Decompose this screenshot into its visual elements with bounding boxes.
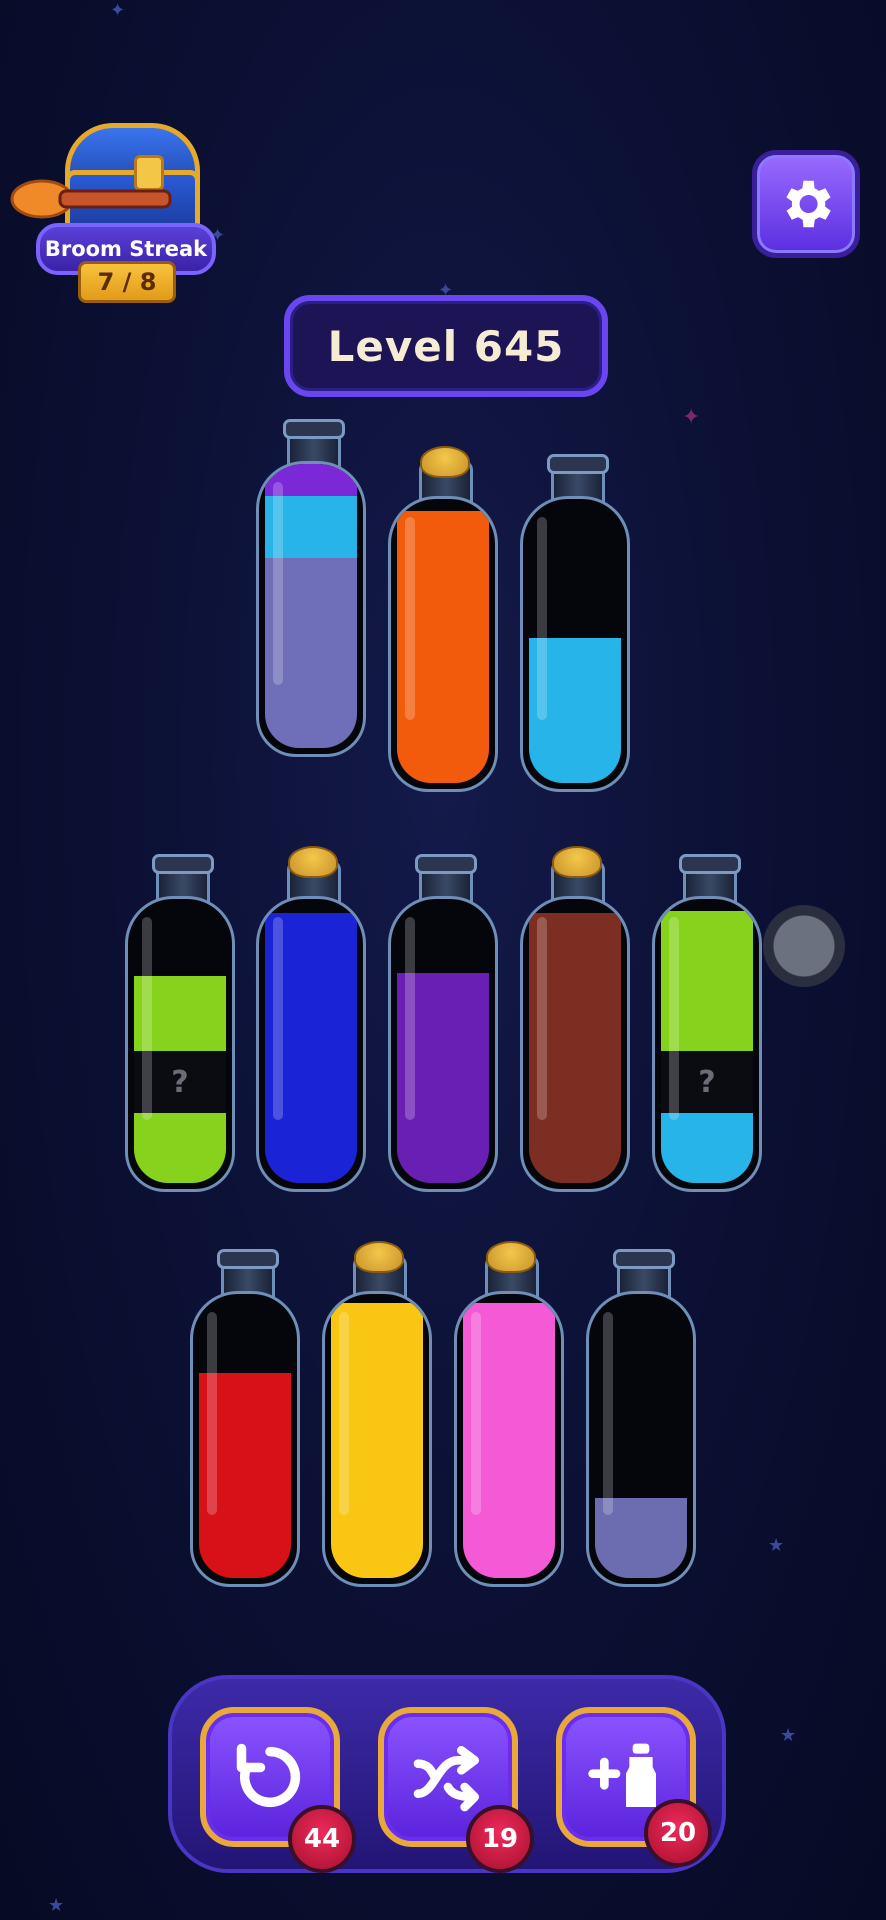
bottle[interactable] bbox=[256, 846, 366, 1192]
broom-streak-badge[interactable]: Broom Streak 7 / 8 bbox=[10, 115, 216, 305]
bottle[interactable] bbox=[256, 419, 366, 757]
add-bottle-button[interactable]: 20 bbox=[556, 1707, 712, 1867]
cork-icon bbox=[420, 446, 470, 478]
bottle-glass bbox=[586, 1291, 696, 1587]
liquid-layer-sky bbox=[529, 638, 621, 783]
bottle-glass bbox=[322, 1291, 432, 1587]
broom-icon bbox=[10, 179, 172, 219]
undo-button[interactable]: 44 bbox=[200, 1707, 356, 1873]
bottle[interactable] bbox=[454, 1241, 564, 1587]
bottle[interactable] bbox=[322, 1241, 432, 1587]
mystery-layer: ? bbox=[134, 1051, 226, 1113]
bottle-rim bbox=[547, 454, 609, 474]
bottle-glass bbox=[256, 896, 366, 1192]
liquid-layer-violet bbox=[397, 973, 489, 1183]
undo-icon bbox=[236, 1743, 301, 1808]
liquid-layer-red bbox=[199, 1373, 291, 1578]
cork-icon bbox=[552, 846, 602, 878]
cork-icon bbox=[354, 1241, 404, 1273]
liquid-layer-lavender bbox=[265, 558, 357, 748]
bottle-rim bbox=[679, 854, 741, 874]
shuffle-icon bbox=[413, 1746, 479, 1812]
streak-progress: 7 / 8 bbox=[78, 261, 176, 303]
shuffle-button[interactable]: 19 bbox=[378, 1707, 534, 1873]
settings-button[interactable] bbox=[752, 150, 860, 258]
liquid-layer-blue bbox=[265, 913, 357, 1183]
bottle[interactable]: ? bbox=[125, 854, 235, 1192]
liquid-layer-orange bbox=[397, 511, 489, 783]
bottle-rim bbox=[415, 854, 477, 874]
bottle[interactable] bbox=[388, 854, 498, 1192]
bottle[interactable] bbox=[520, 846, 630, 1192]
liquid-layer-yellow bbox=[331, 1303, 423, 1578]
bottle-glass bbox=[388, 496, 498, 792]
touch-indicator bbox=[763, 905, 845, 987]
bottle-glass bbox=[520, 896, 630, 1192]
cork-icon bbox=[288, 846, 338, 878]
level-label: Level 645 bbox=[327, 321, 565, 371]
star-decoration: ★ bbox=[780, 1725, 797, 1746]
undo-count-badge: 44 bbox=[288, 1805, 356, 1873]
bottle-glass bbox=[388, 896, 498, 1192]
bottle-glass bbox=[190, 1291, 300, 1587]
bottle[interactable] bbox=[190, 1249, 300, 1587]
bottle[interactable]: ? bbox=[652, 854, 762, 1192]
bottle-rim bbox=[217, 1249, 279, 1269]
star-decoration: ✦ bbox=[682, 405, 701, 430]
gear-icon bbox=[786, 180, 831, 228]
liquid-layer-sky bbox=[661, 1113, 753, 1183]
liquid-layer-brown bbox=[529, 913, 621, 1183]
bottle-rim bbox=[613, 1249, 675, 1269]
cork-icon bbox=[486, 1241, 536, 1273]
powerup-bar: 44 19 20 bbox=[168, 1675, 726, 1873]
add-bottle-icon bbox=[588, 1743, 656, 1807]
star-decoration: ★ bbox=[768, 1535, 785, 1556]
bottle-glass bbox=[256, 461, 366, 757]
bottle-glass: ? bbox=[125, 896, 235, 1192]
liquid-layer-lime bbox=[661, 911, 753, 1051]
bottle-glass: ? bbox=[652, 896, 762, 1192]
liquid-layer-sky bbox=[265, 496, 357, 558]
level-indicator: Level 645 bbox=[284, 295, 608, 397]
star-decoration: ★ bbox=[48, 1895, 65, 1916]
mystery-layer: ? bbox=[661, 1051, 753, 1113]
liquid-layer-purple bbox=[265, 464, 357, 496]
liquid-layer-periwinkle bbox=[595, 1498, 687, 1578]
bottle-rim bbox=[283, 419, 345, 439]
bottle-glass bbox=[454, 1291, 564, 1587]
bottle[interactable] bbox=[520, 454, 630, 792]
bottle[interactable] bbox=[586, 1249, 696, 1587]
add-bottle-count-badge: 20 bbox=[644, 1799, 712, 1867]
bottle-glass bbox=[520, 496, 630, 792]
liquid-layer-lime bbox=[134, 1113, 226, 1183]
liquid-layer-lime bbox=[134, 976, 226, 1051]
star-decoration: ✦ bbox=[110, 0, 126, 21]
bottle-rim bbox=[152, 854, 214, 874]
shuffle-count-badge: 19 bbox=[466, 1805, 534, 1873]
bottle[interactable] bbox=[388, 446, 498, 792]
liquid-layer-pink bbox=[463, 1303, 555, 1578]
